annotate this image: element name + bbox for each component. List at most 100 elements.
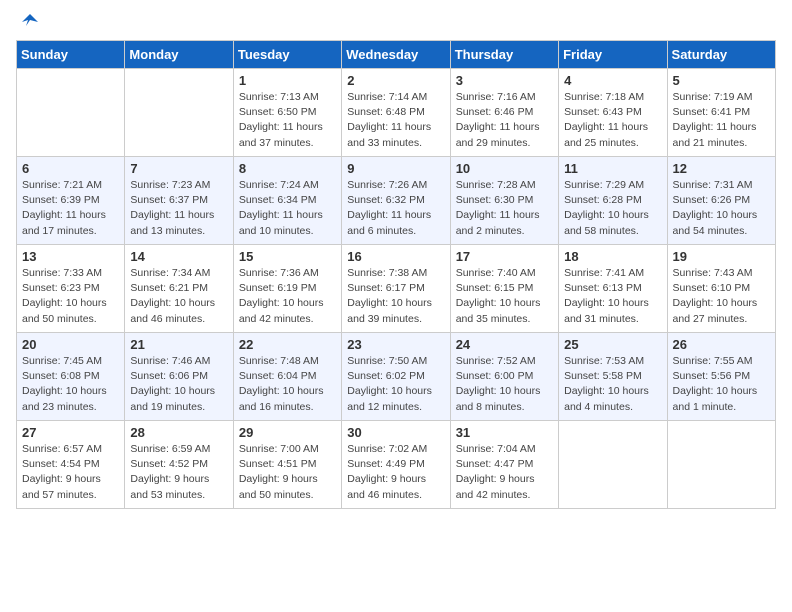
day-number: 1 [239,73,336,88]
day-info: Sunrise: 7:13 AM Sunset: 6:50 PM Dayligh… [239,90,336,151]
day-number: 21 [130,337,227,352]
calendar-week-row: 6Sunrise: 7:21 AM Sunset: 6:39 PM Daylig… [17,157,776,245]
day-number: 11 [564,161,661,176]
calendar-cell: 8Sunrise: 7:24 AM Sunset: 6:34 PM Daylig… [233,157,341,245]
day-info: Sunrise: 7:18 AM Sunset: 6:43 PM Dayligh… [564,90,661,151]
weekday-header-sunday: Sunday [17,41,125,69]
day-info: Sunrise: 7:33 AM Sunset: 6:23 PM Dayligh… [22,266,119,327]
page-header [16,16,776,28]
day-info: Sunrise: 7:16 AM Sunset: 6:46 PM Dayligh… [456,90,553,151]
day-info: Sunrise: 6:59 AM Sunset: 4:52 PM Dayligh… [130,442,227,503]
calendar-cell: 31 Sunrise: 7:04 AM Sunset: 4:47 PM Dayli… [450,421,558,509]
day-info: Sunrise: 7:43 AM Sunset: 6:10 PM Dayligh… [673,266,770,327]
logo-bird-icon [20,12,40,32]
day-number: 2 [347,73,444,88]
calendar-cell: 2 Sunrise: 7:14 AM Sunset: 6:48 PM Daylig… [342,69,450,157]
calendar-cell: 12 Sunrise: 7:31 AM Sunset: 6:26 PM Dayli… [667,157,775,245]
calendar-cell: 16 Sunrise: 7:38 AM Sunset: 6:17 PM Dayli… [342,245,450,333]
day-number: 6 [22,161,119,176]
calendar-cell: 10 Sunrise: 7:28 AM Sunset: 6:30 PM Dayli… [450,157,558,245]
day-info: Sunrise: 7:19 AM Sunset: 6:41 PM Dayligh… [673,90,770,151]
calendar-cell [667,421,775,509]
day-number: 5 [673,73,770,88]
weekday-header-wednesday: Wednesday [342,41,450,69]
weekday-header-tuesday: Tuesday [233,41,341,69]
calendar-cell: 19 Sunrise: 7:43 AM Sunset: 6:10 PM Dayli… [667,245,775,333]
day-number: 30 [347,425,444,440]
day-number: 31 [456,425,553,440]
calendar-cell: 23 Sunrise: 7:50 AM Sunset: 6:02 PM Dayli… [342,333,450,421]
calendar-cell: 18 Sunrise: 7:41 AM Sunset: 6:13 PM Dayli… [559,245,667,333]
weekday-header-monday: Monday [125,41,233,69]
weekday-header-thursday: Thursday [450,41,558,69]
day-number: 3 [456,73,553,88]
day-number: 18 [564,249,661,264]
day-info: Sunrise: 7:53 AM Sunset: 5:58 PM Dayligh… [564,354,661,415]
day-number: 10 [456,161,553,176]
calendar-cell: 21 Sunrise: 7:46 AM Sunset: 6:06 PM Dayli… [125,333,233,421]
day-number: 14 [130,249,227,264]
calendar-table: SundayMondayTuesdayWednesdayThursdayFrid… [16,40,776,509]
calendar-cell: 11Sunrise: 7:29 AM Sunset: 6:28 PM Dayli… [559,157,667,245]
calendar-cell: 22 Sunrise: 7:48 AM Sunset: 6:04 PM Dayli… [233,333,341,421]
day-number: 16 [347,249,444,264]
calendar-cell: 6Sunrise: 7:21 AM Sunset: 6:39 PM Daylig… [17,157,125,245]
day-info: Sunrise: 7:04 AM Sunset: 4:47 PM Dayligh… [456,442,553,503]
day-number: 7 [130,161,227,176]
day-number: 17 [456,249,553,264]
calendar-cell: 30Sunrise: 7:02 AM Sunset: 4:49 PM Dayli… [342,421,450,509]
calendar-cell [17,69,125,157]
day-number: 12 [673,161,770,176]
day-info: Sunrise: 7:36 AM Sunset: 6:19 PM Dayligh… [239,266,336,327]
calendar-cell: 28 Sunrise: 6:59 AM Sunset: 4:52 PM Dayli… [125,421,233,509]
calendar-cell: 26Sunrise: 7:55 AM Sunset: 5:56 PM Dayli… [667,333,775,421]
day-number: 8 [239,161,336,176]
calendar-cell: 15Sunrise: 7:36 AM Sunset: 6:19 PM Dayli… [233,245,341,333]
day-info: Sunrise: 7:48 AM Sunset: 6:04 PM Dayligh… [239,354,336,415]
day-info: Sunrise: 7:50 AM Sunset: 6:02 PM Dayligh… [347,354,444,415]
day-number: 22 [239,337,336,352]
day-info: Sunrise: 7:23 AM Sunset: 6:37 PM Dayligh… [130,178,227,239]
day-number: 28 [130,425,227,440]
day-number: 19 [673,249,770,264]
day-number: 23 [347,337,444,352]
day-info: Sunrise: 7:14 AM Sunset: 6:48 PM Dayligh… [347,90,444,151]
weekday-header-saturday: Saturday [667,41,775,69]
day-number: 4 [564,73,661,88]
day-info: Sunrise: 7:41 AM Sunset: 6:13 PM Dayligh… [564,266,661,327]
calendar-cell: 3 Sunrise: 7:16 AM Sunset: 6:46 PM Daylig… [450,69,558,157]
calendar-week-row: 1 Sunrise: 7:13 AM Sunset: 6:50 PM Daylig… [17,69,776,157]
day-number: 29 [239,425,336,440]
day-number: 24 [456,337,553,352]
calendar-cell: 4 Sunrise: 7:18 AM Sunset: 6:43 PM Daylig… [559,69,667,157]
day-number: 9 [347,161,444,176]
day-info: Sunrise: 6:57 AM Sunset: 4:54 PM Dayligh… [22,442,119,503]
weekday-header-friday: Friday [559,41,667,69]
day-info: Sunrise: 7:46 AM Sunset: 6:06 PM Dayligh… [130,354,227,415]
day-info: Sunrise: 7:31 AM Sunset: 6:26 PM Dayligh… [673,178,770,239]
calendar-cell: 13 Sunrise: 7:33 AM Sunset: 6:23 PM Dayli… [17,245,125,333]
calendar-cell: 20Sunrise: 7:45 AM Sunset: 6:08 PM Dayli… [17,333,125,421]
calendar-cell: 7 Sunrise: 7:23 AM Sunset: 6:37 PM Daylig… [125,157,233,245]
day-info: Sunrise: 7:26 AM Sunset: 6:32 PM Dayligh… [347,178,444,239]
calendar-cell: 5 Sunrise: 7:19 AM Sunset: 6:41 PM Daylig… [667,69,775,157]
calendar-week-row: 20Sunrise: 7:45 AM Sunset: 6:08 PM Dayli… [17,333,776,421]
day-number: 13 [22,249,119,264]
day-info: Sunrise: 7:34 AM Sunset: 6:21 PM Dayligh… [130,266,227,327]
calendar-cell [559,421,667,509]
day-number: 27 [22,425,119,440]
day-info: Sunrise: 7:00 AM Sunset: 4:51 PM Dayligh… [239,442,336,503]
logo [16,16,40,28]
calendar-cell: 14 Sunrise: 7:34 AM Sunset: 6:21 PM Dayli… [125,245,233,333]
day-info: Sunrise: 7:40 AM Sunset: 6:15 PM Dayligh… [456,266,553,327]
calendar-cell: 25Sunrise: 7:53 AM Sunset: 5:58 PM Dayli… [559,333,667,421]
calendar-cell: 9 Sunrise: 7:26 AM Sunset: 6:32 PM Daylig… [342,157,450,245]
calendar-week-row: 27 Sunrise: 6:57 AM Sunset: 4:54 PM Dayli… [17,421,776,509]
calendar-cell: 27 Sunrise: 6:57 AM Sunset: 4:54 PM Dayli… [17,421,125,509]
day-info: Sunrise: 7:28 AM Sunset: 6:30 PM Dayligh… [456,178,553,239]
calendar-week-row: 13 Sunrise: 7:33 AM Sunset: 6:23 PM Dayli… [17,245,776,333]
calendar-cell: 1 Sunrise: 7:13 AM Sunset: 6:50 PM Daylig… [233,69,341,157]
calendar-cell [125,69,233,157]
calendar-cell: 17 Sunrise: 7:40 AM Sunset: 6:15 PM Dayli… [450,245,558,333]
day-info: Sunrise: 7:38 AM Sunset: 6:17 PM Dayligh… [347,266,444,327]
